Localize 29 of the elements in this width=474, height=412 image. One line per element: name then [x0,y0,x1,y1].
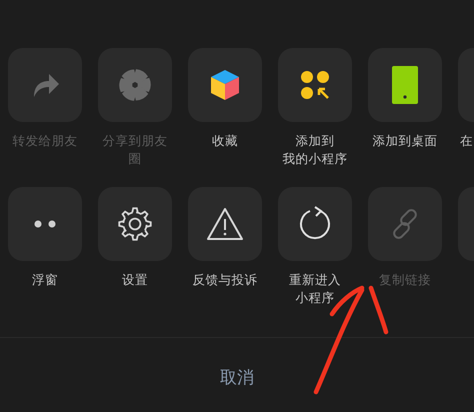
menu-tile[interactable] [8,187,82,261]
warning-icon [206,207,244,241]
cancel-button[interactable]: 取消 [207,362,267,392]
menu-label: 在 [460,132,473,150]
menu-tile[interactable] [188,48,262,122]
menu-label: 转发给朋友 [12,132,78,150]
menu-tile[interactable] [98,187,172,261]
dots-cursor-icon [299,69,331,101]
menu-label: 复制链接 [379,271,431,289]
menu-label: 反馈与投诉 [192,271,258,289]
menu-label: 添加到 [296,132,334,150]
settings-icon [117,206,153,242]
menu-label: 小程序 [296,289,334,307]
menu-tile[interactable] [278,187,352,261]
menu-label: 设置 [122,271,148,289]
two-dots-icon [34,220,56,228]
menu-label: 浮窗 [32,271,58,289]
menu-label: 重新进入 [289,271,341,289]
menu-tile[interactable] [188,187,262,261]
reload-icon [298,206,332,242]
menu-label: 添加到桌面 [372,132,438,150]
menu-tile[interactable] [368,48,442,122]
phone-icon [392,66,418,104]
menu-label: 收藏 [212,132,238,150]
menu-tile[interactable] [278,48,352,122]
shutter-icon [117,67,153,103]
menu-label: 分享到朋友 [102,132,168,150]
menu-label: 圈 [128,150,142,168]
menu-label: 我的小程序 [282,150,348,168]
